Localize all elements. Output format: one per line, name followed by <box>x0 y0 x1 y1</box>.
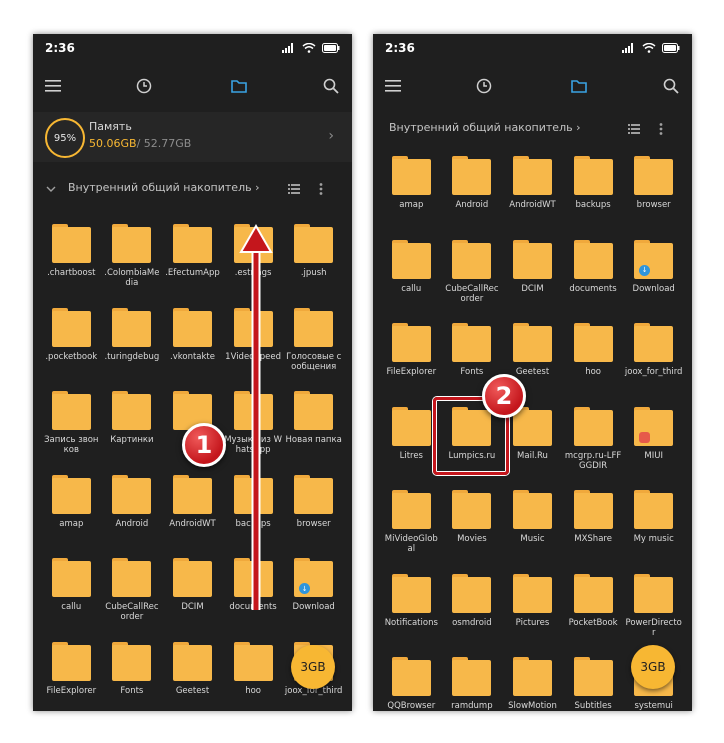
step-badge-2: 2 <box>482 374 526 418</box>
scroll-up-arrowhead <box>239 223 273 253</box>
step-badge-1: 1 <box>182 423 226 467</box>
annotation-layer <box>239 223 273 610</box>
